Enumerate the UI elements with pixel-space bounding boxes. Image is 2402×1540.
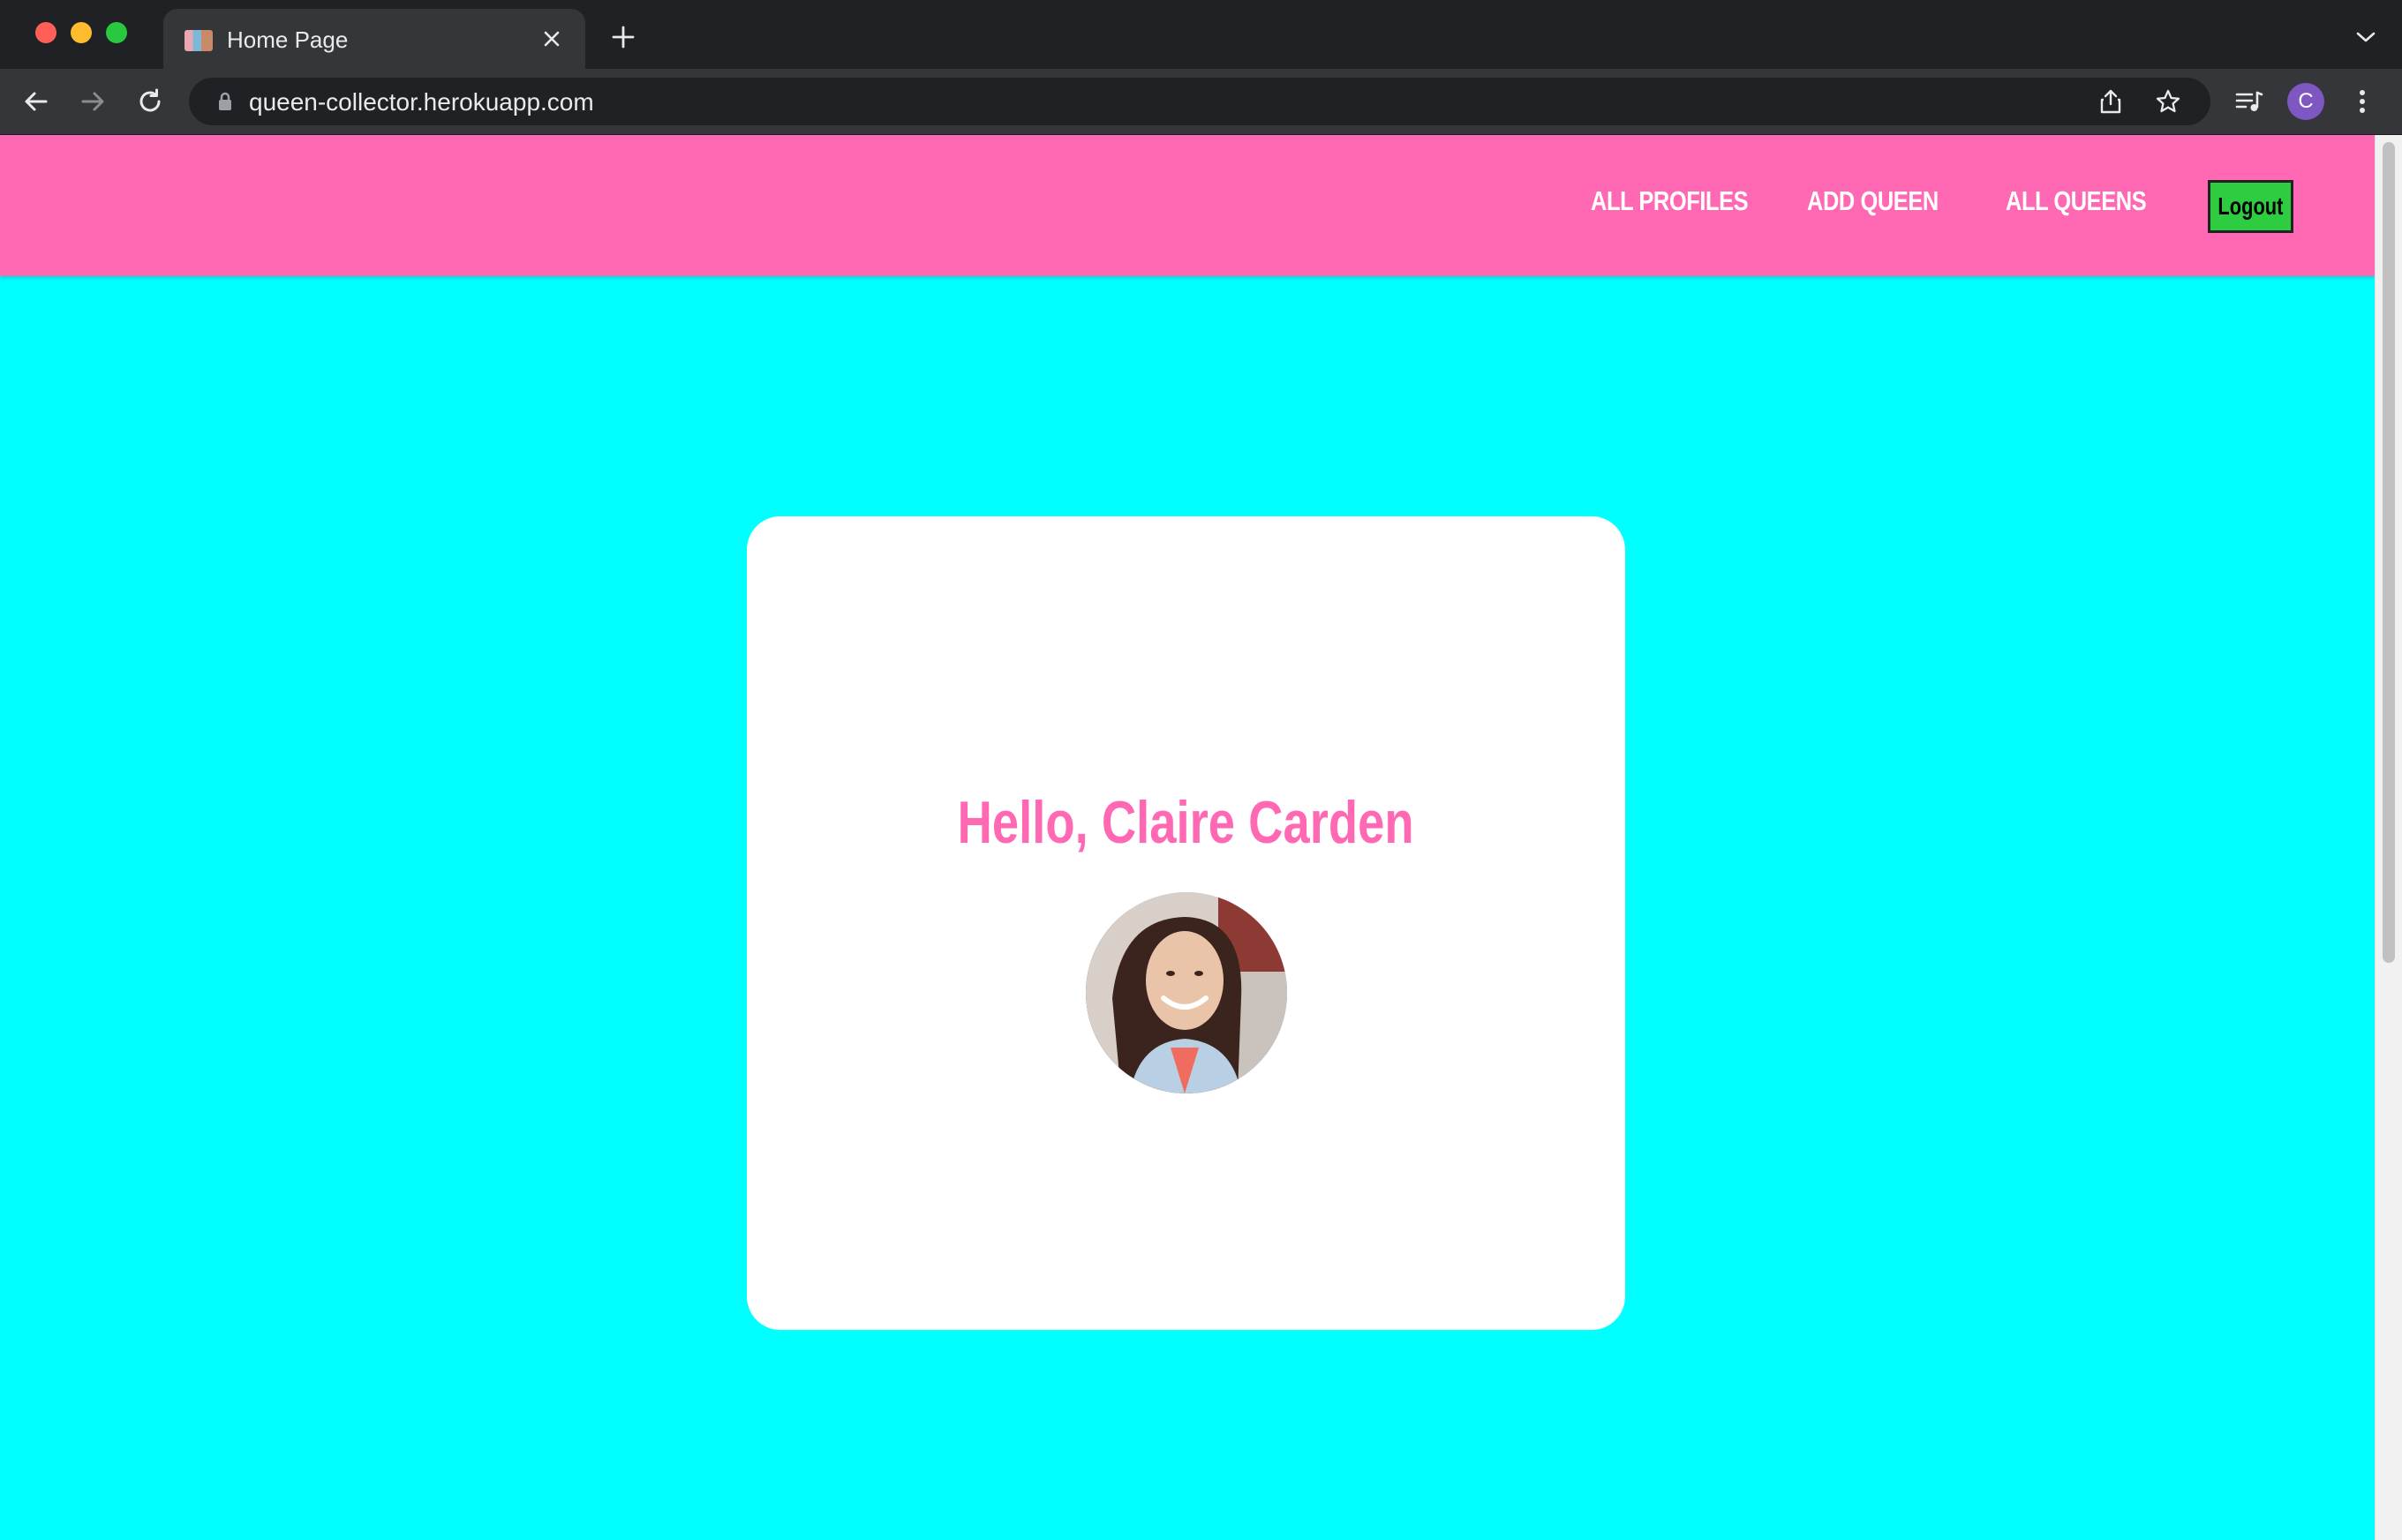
address-bar[interactable]: queen-collector.herokuapp.com [189,78,2210,125]
site-navbar: ALL PROFILES ADD QUEEN ALL QUEENS Logout [0,135,2375,276]
reload-icon [139,88,161,112]
media-queue-icon[interactable] [2231,83,2268,120]
window-close-button[interactable] [35,22,56,43]
window-minimize-button[interactable] [71,22,92,43]
greeting-text: Hello, Claire Carden [958,789,1414,856]
nav-link-all-queens[interactable]: ALL QUEENS [2006,185,2147,217]
arrow-left-icon [25,92,48,111]
page-viewport: ALL PROFILES ADD QUEEN ALL QUEENS Logout… [0,135,2375,1540]
close-icon[interactable] [536,23,568,55]
reload-button[interactable] [132,83,169,120]
browser-tab[interactable]: Home Page [163,9,585,69]
back-button[interactable] [18,83,55,120]
share-icon[interactable] [2096,86,2126,116]
welcome-card: Hello, Claire Carden [747,516,1625,1330]
lock-icon[interactable] [215,92,235,111]
vertical-scrollbar[interactable] [2375,135,2402,1540]
arrow-right-icon [81,92,104,111]
browser-tab-strip: Home Page [0,0,2402,69]
window-maximize-button[interactable] [106,22,127,43]
browser-toolbar: queen-collector.herokuapp.com [0,69,2402,135]
kebab-menu-icon[interactable] [2344,83,2381,120]
profile-avatar[interactable]: C [2287,83,2324,120]
scrollbar-thumb[interactable] [2383,142,2395,963]
chevron-down-icon [2356,32,2376,42]
tab-title: Home Page [227,26,349,53]
tab-favicon-icon [184,30,213,51]
nav-link-add-queen[interactable]: ADD QUEEN [1807,185,1939,217]
greeting-heading: Hello, Claire Carden [747,788,1625,857]
logout-button[interactable]: Logout [2208,180,2293,233]
new-tab-button[interactable] [607,21,639,53]
tab-search-button[interactable] [2353,26,2379,48]
url-text: queen-collector.herokuapp.com [249,88,594,116]
forward-button[interactable] [74,83,111,120]
logout-label: Logout [2218,192,2284,220]
star-icon[interactable] [2153,86,2183,116]
plus-icon [612,26,635,49]
profile-photo [1086,892,1287,1093]
nav-link-all-profiles[interactable]: ALL PROFILES [1591,185,1749,217]
